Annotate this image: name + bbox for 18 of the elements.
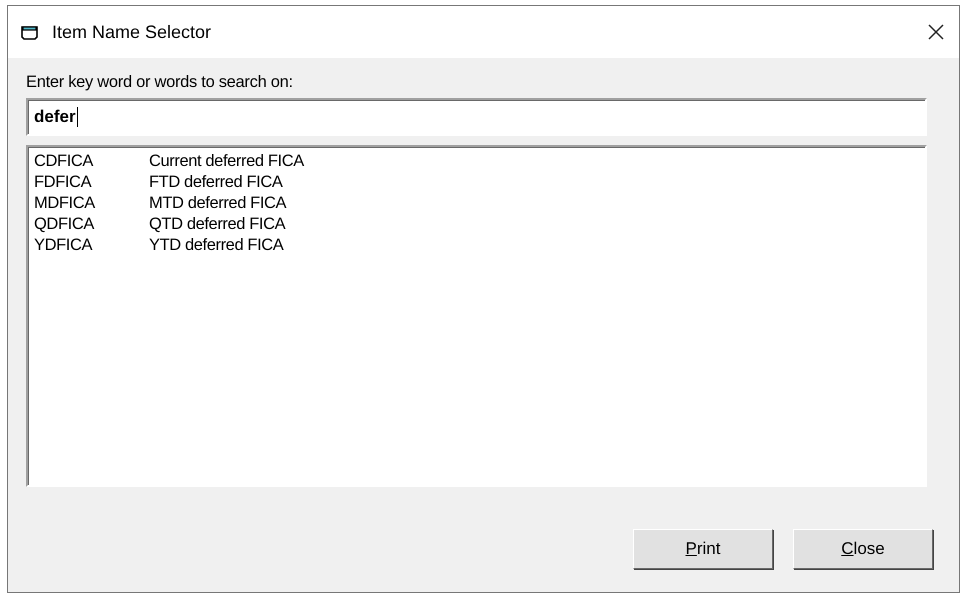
item-code[interactable]: MDFICA bbox=[34, 193, 149, 214]
item-description[interactable]: Current deferred FICA bbox=[149, 151, 304, 172]
item-code[interactable]: FDFICA bbox=[34, 172, 149, 193]
search-label: Enter key word or words to search on: bbox=[26, 73, 294, 92]
dialog-button[interactable]: Close bbox=[793, 529, 933, 569]
item-description[interactable]: YTD deferred FICA bbox=[149, 235, 284, 256]
item-description[interactable]: FTD deferred FICA bbox=[149, 172, 282, 193]
search-field[interactable]: defer bbox=[26, 98, 927, 136]
item-description[interactable]: MTD deferred FICA bbox=[149, 193, 286, 214]
results-list[interactable]: CDFICA Current deferred FICA FDFICA FTD deferred FICA MDFICA MTD deferred FICA QDFICA QTD deferred FICA YDFICA YTD deferred FICA bbox=[26, 145, 927, 487]
item-code[interactable]: CDFICA bbox=[34, 151, 149, 172]
window-title: Item Name Selector bbox=[52, 22, 212, 42]
close-icon[interactable] bbox=[927, 23, 945, 41]
window-icon bbox=[20, 23, 40, 41]
dialog-button[interactable]: Print bbox=[633, 529, 773, 569]
item-code[interactable]: YDFICA bbox=[34, 235, 149, 256]
item-description[interactable]: QTD deferred FICA bbox=[149, 214, 286, 235]
item-code[interactable]: QDFICA bbox=[34, 214, 149, 235]
